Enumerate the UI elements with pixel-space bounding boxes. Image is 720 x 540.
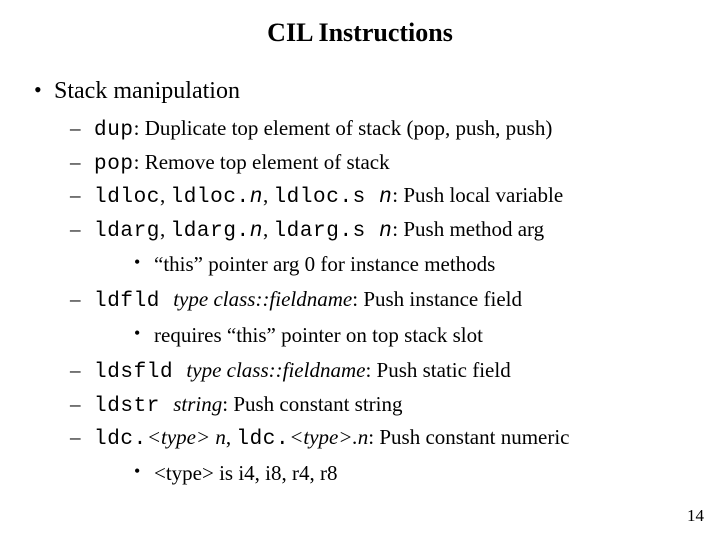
item-ldloc: ldloc, ldloc.n, ldloc.s n: Push local va…: [54, 180, 690, 213]
param-ldarg-2: n: [250, 220, 263, 243]
item-pop: pop: Remove top element of stack: [54, 147, 690, 180]
param-ldsfld: type class::fieldname: [186, 358, 365, 382]
kw-ldc-1: ldc.: [94, 428, 147, 451]
sep: ,: [226, 425, 237, 449]
bullet-list: Stack manipulation dup: Duplicate top el…: [30, 76, 690, 489]
note-ldc-types: <type> is i4, i8, r4, r8: [94, 458, 690, 490]
desc-dup: : Duplicate top element of stack (pop, p…: [134, 116, 553, 140]
param-ldfld: type class::fieldname: [173, 287, 352, 311]
kw-ldstr: ldstr: [94, 395, 173, 418]
param-ldc-1: <type> n: [147, 425, 226, 449]
page-number: 14: [687, 506, 704, 526]
item-ldstr: ldstr string: Push constant string: [54, 389, 690, 422]
param-ldarg-3: n: [379, 220, 392, 243]
sep: ,: [160, 183, 171, 207]
note-list: <type> is i4, i8, r4, r8: [94, 458, 690, 490]
param-ldc-2: <type>.n: [289, 425, 368, 449]
param-ldloc-2: n: [250, 186, 263, 209]
item-ldc: ldc.<type> n, ldc.<type>.n: Push constan…: [54, 422, 690, 489]
kw-dup: dup: [94, 119, 134, 142]
sep: ,: [160, 217, 171, 241]
kw-ldc-2: ldc.: [236, 428, 289, 451]
kw-ldfld: ldfld: [94, 290, 173, 313]
desc-ldloc: : Push local variable: [392, 183, 563, 207]
section-heading-text: Stack manipulation: [54, 78, 240, 104]
desc-ldarg: : Push method arg: [392, 217, 544, 241]
desc-ldstr: : Push constant string: [222, 392, 402, 416]
item-ldsfld: ldsfld type class::fieldname: Push stati…: [54, 355, 690, 388]
desc-pop: : Remove top element of stack: [134, 150, 390, 174]
item-ldfld: ldfld type class::fieldname: Push instan…: [54, 284, 690, 351]
desc-ldsfld: : Push static field: [365, 358, 510, 382]
param-ldloc-3: n: [379, 186, 392, 209]
item-ldarg: ldarg, ldarg.n, ldarg.s n: Push method a…: [54, 214, 690, 281]
note-list: “this” pointer arg 0 for instance method…: [94, 249, 690, 281]
desc-ldfld: : Push instance field: [352, 287, 522, 311]
kw-ldloc-3: ldloc.s: [273, 186, 379, 209]
note-this-arg0: “this” pointer arg 0 for instance method…: [94, 249, 690, 281]
kw-ldloc-1: ldloc: [94, 186, 160, 209]
kw-ldarg-3: ldarg.s: [273, 220, 379, 243]
slide: CIL Instructions Stack manipulation dup:…: [0, 0, 720, 540]
note-ldfld-this: requires “this” pointer on top stack slo…: [94, 320, 690, 352]
kw-ldloc-2: ldloc.: [171, 186, 250, 209]
desc-ldc: : Push constant numeric: [368, 425, 569, 449]
item-dup: dup: Duplicate top element of stack (pop…: [54, 113, 690, 146]
kw-pop: pop: [94, 153, 134, 176]
param-ldstr: string: [173, 392, 222, 416]
note-list: requires “this” pointer on top stack slo…: [94, 320, 690, 352]
kw-ldsfld: ldsfld: [94, 361, 186, 384]
section-heading: Stack manipulation dup: Duplicate top el…: [30, 76, 690, 489]
slide-title: CIL Instructions: [30, 18, 690, 48]
instruction-list: dup: Duplicate top element of stack (pop…: [54, 113, 690, 489]
sep: ,: [263, 217, 274, 241]
kw-ldarg-1: ldarg: [94, 220, 160, 243]
sep: ,: [263, 183, 274, 207]
kw-ldarg-2: ldarg.: [171, 220, 250, 243]
